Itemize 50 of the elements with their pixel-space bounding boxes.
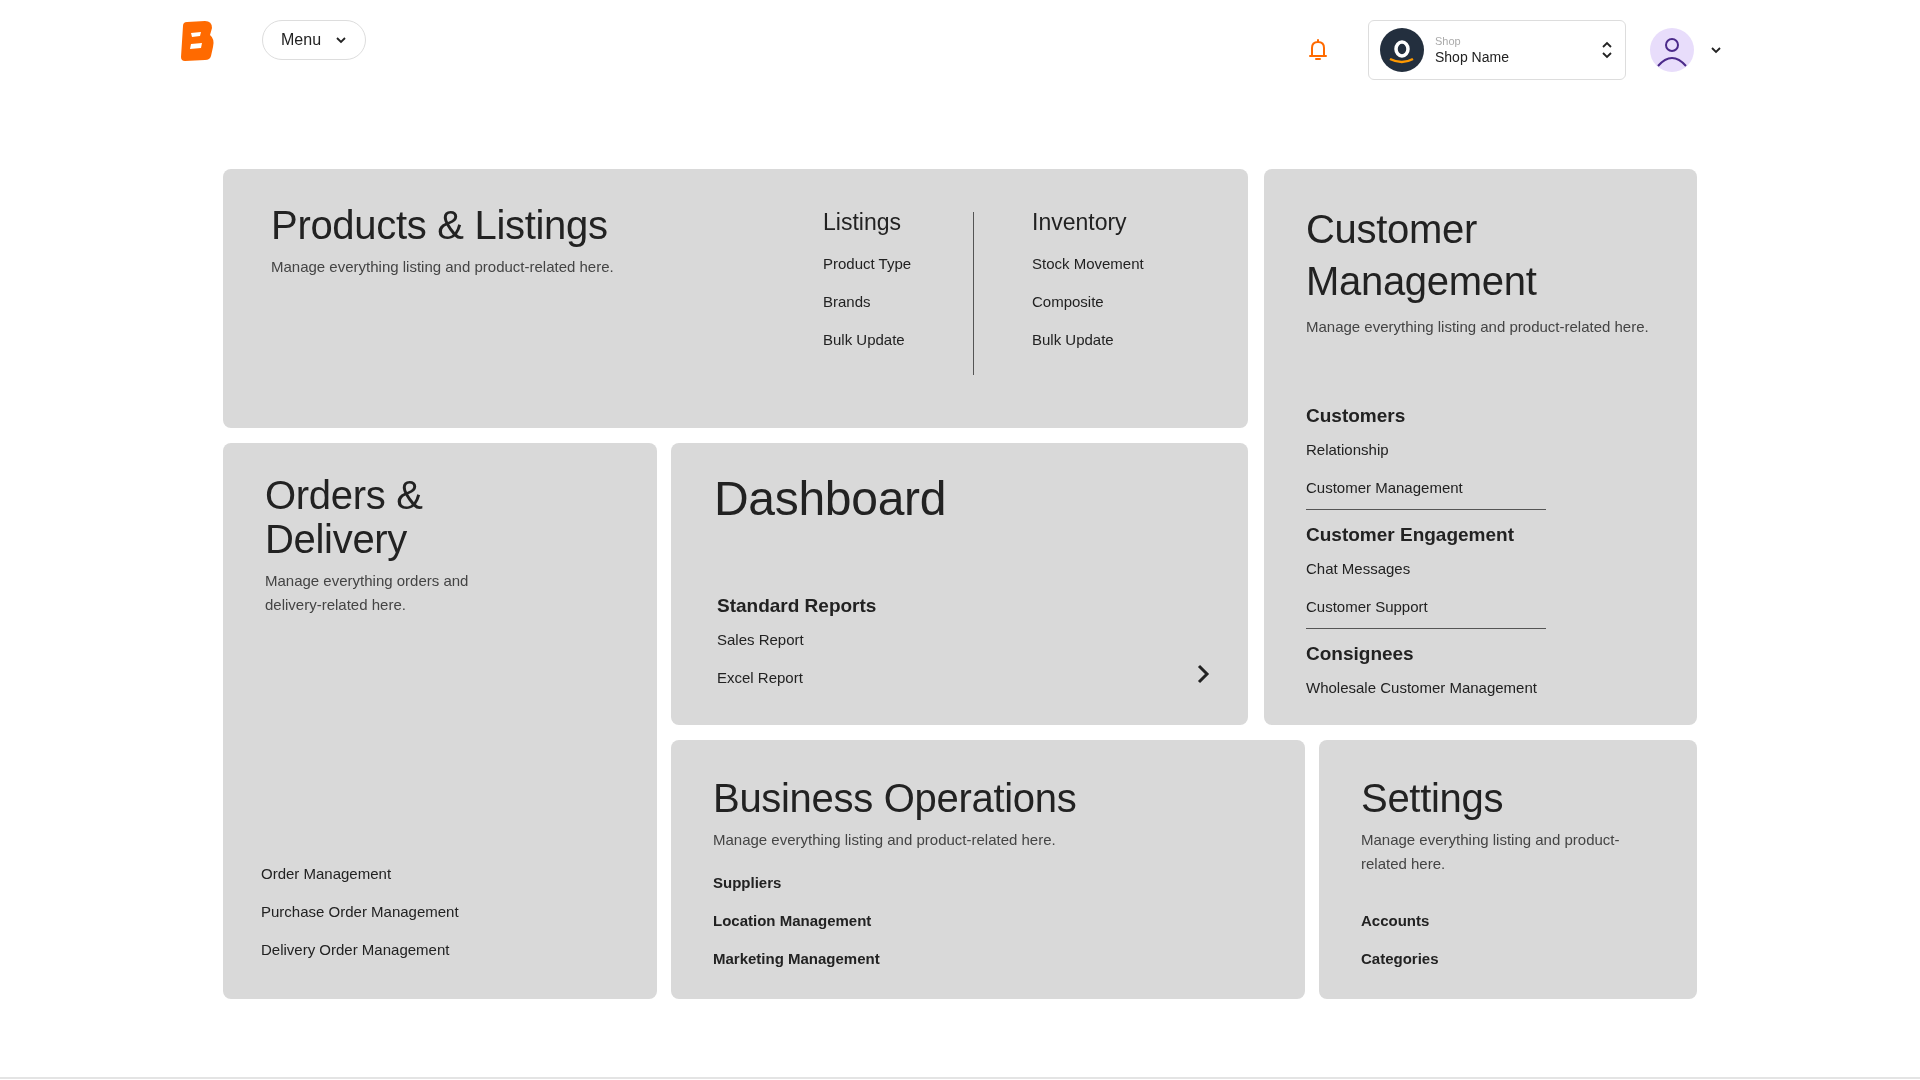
menu-link[interactable]: Bulk Update xyxy=(1032,321,1202,359)
card-description: Manage everything orders and delivery-related here. xyxy=(265,571,470,615)
menu-link[interactable]: Wholesale Customer Management xyxy=(1306,669,1546,707)
card-description: Manage everything listing and product-related here. xyxy=(1306,317,1650,337)
chevron-right-icon[interactable] xyxy=(1196,663,1210,685)
column-heading: Inventory xyxy=(1032,208,1128,237)
chevron-down-icon[interactable] xyxy=(1710,46,1722,54)
column-heading: Listings xyxy=(823,208,902,237)
menu-link[interactable]: Relationship xyxy=(1306,431,1546,469)
menu-link[interactable]: Sales Report xyxy=(717,621,877,659)
menu-link[interactable]: Suppliers xyxy=(713,864,1265,902)
menu-link[interactable]: Customer Support xyxy=(1306,588,1546,626)
card-title: Dashboard xyxy=(714,471,948,527)
shop-selector[interactable]: Shop Shop Name xyxy=(1368,20,1626,80)
card-title: Settings xyxy=(1361,776,1505,820)
avatar-icon[interactable] xyxy=(1650,28,1694,72)
menu-link[interactable]: Accounts xyxy=(1361,902,1667,940)
section-heading: Consignees xyxy=(1306,642,1415,666)
menu-link[interactable]: Categories xyxy=(1361,940,1667,978)
shop-name: Shop Name xyxy=(1435,49,1510,65)
menu-link[interactable]: Brands xyxy=(823,283,973,321)
card-title: Products & Listings xyxy=(271,203,609,247)
card-title: Orders & Delivery xyxy=(265,473,424,561)
menu-link[interactable]: Chat Messages xyxy=(1306,550,1546,588)
menu-link[interactable]: Bulk Update xyxy=(823,321,973,359)
menu-link[interactable]: Order Management xyxy=(261,855,459,893)
menu-link[interactable]: Excel Report xyxy=(717,659,877,697)
menu-link[interactable]: Purchase Order Management xyxy=(261,893,459,931)
menu-link[interactable]: Composite xyxy=(1032,283,1202,321)
sort-chevrons-icon xyxy=(1601,40,1613,60)
menu-link[interactable]: Customer Management xyxy=(1306,469,1546,507)
chevron-down-icon xyxy=(335,36,348,44)
menu-link[interactable]: Marketing Management xyxy=(713,940,1265,978)
card-description: Manage everything listing and product-related here. xyxy=(271,257,615,277)
bell-icon[interactable] xyxy=(1308,38,1328,62)
section-heading: Customers xyxy=(1306,404,1407,428)
section-heading: Customer Engagement xyxy=(1306,523,1515,547)
logo-icon[interactable] xyxy=(180,20,216,62)
card-description: Manage everything listing and product-related here. xyxy=(713,830,1057,850)
shop-logo-icon xyxy=(1380,28,1424,72)
menu-link[interactable]: Delivery Order Management xyxy=(261,931,459,969)
shop-caption: Shop xyxy=(1435,35,1462,47)
menu-link[interactable]: Stock Movement xyxy=(1032,245,1202,283)
menu-button[interactable]: Menu xyxy=(262,20,367,60)
menu-link[interactable]: Product Type xyxy=(823,245,973,283)
section-heading: Standard Reports xyxy=(717,594,877,618)
card-description: Manage everything listing and product-related here. xyxy=(1361,830,1621,874)
card-title: Business Operations xyxy=(713,776,1078,820)
menu-link[interactable]: Location Management xyxy=(713,902,1265,940)
card-title: Customer Management xyxy=(1306,206,1538,305)
